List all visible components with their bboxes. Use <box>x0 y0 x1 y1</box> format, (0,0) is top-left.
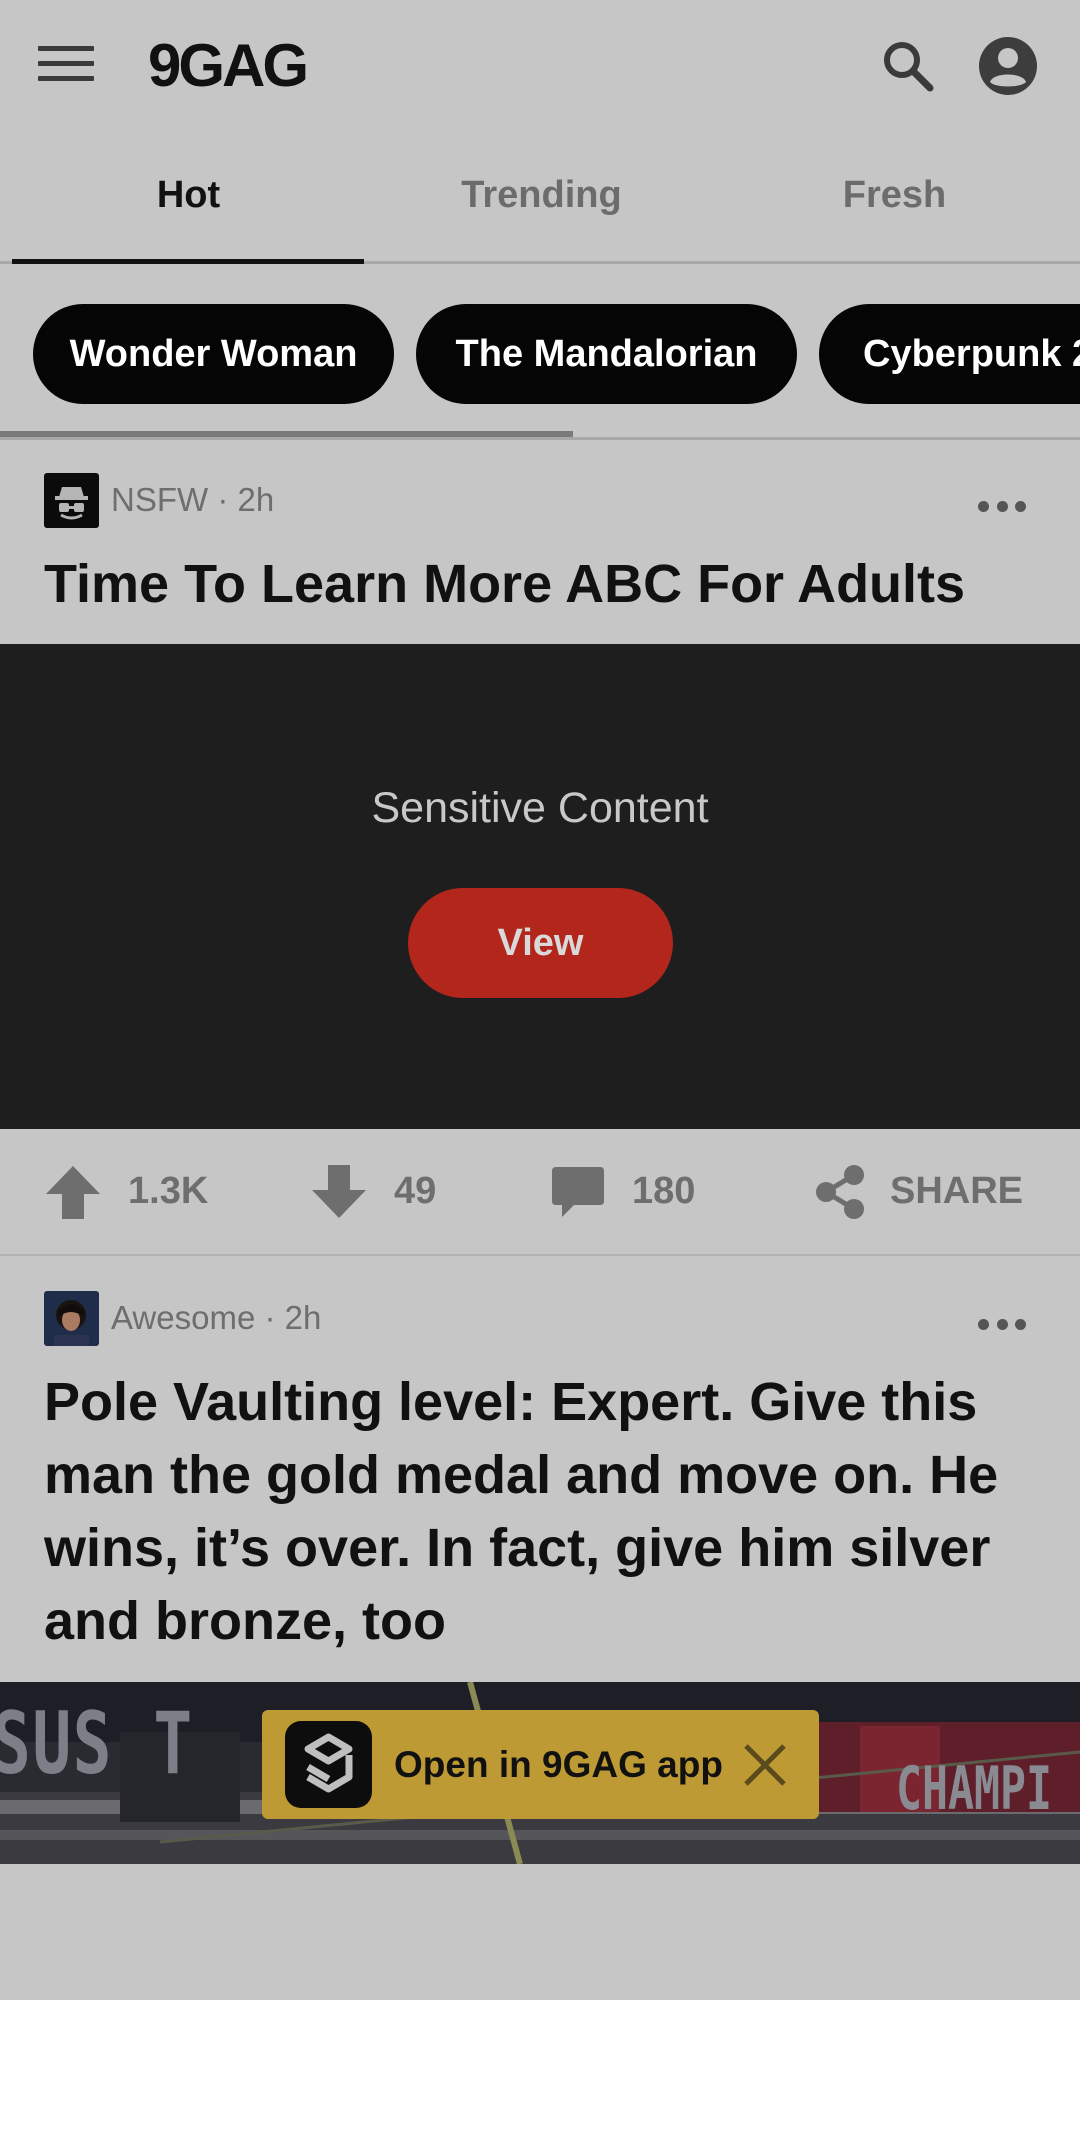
comments-button[interactable]: 180 <box>550 1129 695 1254</box>
sensitive-content-label: Sensitive Content <box>371 784 709 832</box>
nsfw-section-avatar[interactable] <box>44 472 99 528</box>
search-icon[interactable] <box>880 38 936 94</box>
user-profile-icon[interactable] <box>978 36 1038 96</box>
tab-hot[interactable]: Hot <box>12 132 365 264</box>
chip-scroll-indicator <box>0 431 573 437</box>
upvote-button[interactable]: 1.3K <box>44 1129 208 1254</box>
tag-chip-row[interactable]: Wonder Woman The Mandalorian Cyberpunk 2 <box>0 264 1080 440</box>
post-meta-text[interactable]: NSFW · 2h <box>111 481 274 519</box>
comment-count: 180 <box>632 1170 696 1212</box>
chip-cyberpunk[interactable]: Cyberpunk 2 <box>819 304 1080 404</box>
post-title[interactable]: Pole Vaulting level: Expert. Give this m… <box>44 1366 1044 1658</box>
9gag-app-icon <box>285 1721 372 1808</box>
more-options-icon[interactable] <box>978 1314 1026 1334</box>
upvote-count: 1.3K <box>128 1170 209 1212</box>
chip-the-mandalorian[interactable]: The Mandalorian <box>416 304 797 404</box>
chip-wonder-woman[interactable]: Wonder Woman <box>33 304 394 404</box>
post-title[interactable]: Time To Learn More ABC For Adults <box>44 548 1044 621</box>
share-button[interactable]: SHARE <box>812 1129 1023 1254</box>
downvote-arrow-icon <box>312 1164 366 1218</box>
more-options-icon[interactable] <box>978 496 1026 516</box>
post-actions-bar: 1.3K 49 180 SHARE <box>0 1129 1080 1256</box>
top-app-bar: 9GAG <box>0 0 1080 132</box>
downvote-count: 49 <box>394 1170 437 1212</box>
post-header: NSFW · 2h <box>44 472 274 528</box>
comment-bubble-icon <box>552 1166 604 1217</box>
post-meta-text[interactable]: Awesome · 2h <box>111 1299 321 1337</box>
upvote-arrow-icon <box>46 1165 100 1219</box>
feed-tabs: Hot Trending Fresh <box>0 132 1080 264</box>
downvote-button[interactable]: 49 <box>310 1129 436 1254</box>
share-label: SHARE <box>890 1170 1024 1212</box>
open-in-app-banner[interactable]: Open in 9GAG app <box>262 1710 819 1819</box>
tab-trending[interactable]: Trending <box>365 132 718 264</box>
post-title-line: and bronze, too <box>44 1591 446 1651</box>
open-in-app-label: Open in 9GAG app <box>394 1743 723 1785</box>
sensitive-content-cover: Sensitive Content View <box>0 644 1080 1129</box>
tab-fresh[interactable]: Fresh <box>718 132 1071 264</box>
media-text-right: CHAMPI <box>896 1754 1053 1824</box>
post-header: Awesome · 2h <box>44 1290 321 1346</box>
post-title-line: man the gold medal and move on. He <box>44 1445 999 1505</box>
hamburger-menu-icon[interactable] <box>38 46 94 86</box>
post-title-line: wins, it’s over. In fact, give him silve… <box>44 1518 991 1578</box>
media-text-left: SUS T <box>0 1694 194 1794</box>
view-sensitive-button[interactable]: View <box>408 888 673 998</box>
app-logo[interactable]: 9GAG <box>148 34 309 98</box>
app-screen: 9GAG Hot Trending Fresh Wonder Woman The… <box>0 0 1080 2000</box>
post-title-line: Pole Vaulting level: Expert. Give this <box>44 1372 978 1432</box>
share-icon <box>816 1164 864 1219</box>
awesome-section-avatar[interactable] <box>44 1290 99 1346</box>
close-icon[interactable] <box>740 1740 790 1790</box>
